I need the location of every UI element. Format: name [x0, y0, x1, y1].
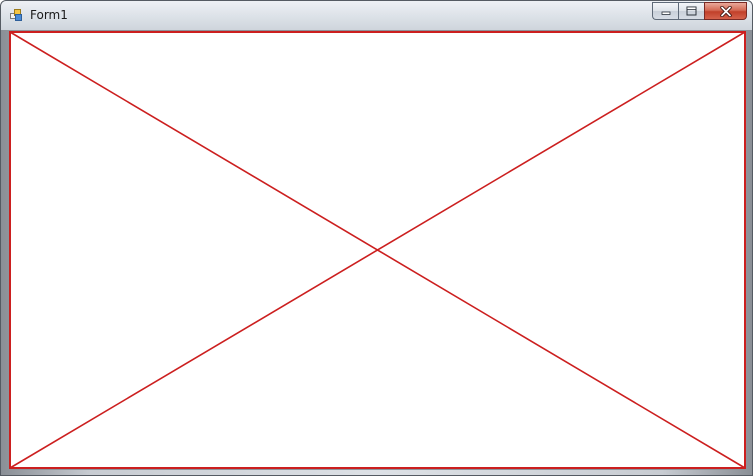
- title-bar[interactable]: Form1: [1, 1, 752, 30]
- maximize-button[interactable]: [678, 2, 704, 20]
- caption-buttons: [652, 2, 747, 21]
- minimize-icon: [661, 11, 670, 15]
- close-button[interactable]: [704, 2, 747, 20]
- maximize-icon: [686, 6, 697, 16]
- form1-window: Form1: [0, 0, 753, 476]
- minimize-button[interactable]: [652, 2, 678, 20]
- close-icon: [719, 5, 732, 17]
- drawing-canvas: [9, 31, 746, 469]
- window-title: Form1: [30, 8, 68, 22]
- app-icon: [10, 9, 22, 21]
- form-client-area: [8, 30, 747, 470]
